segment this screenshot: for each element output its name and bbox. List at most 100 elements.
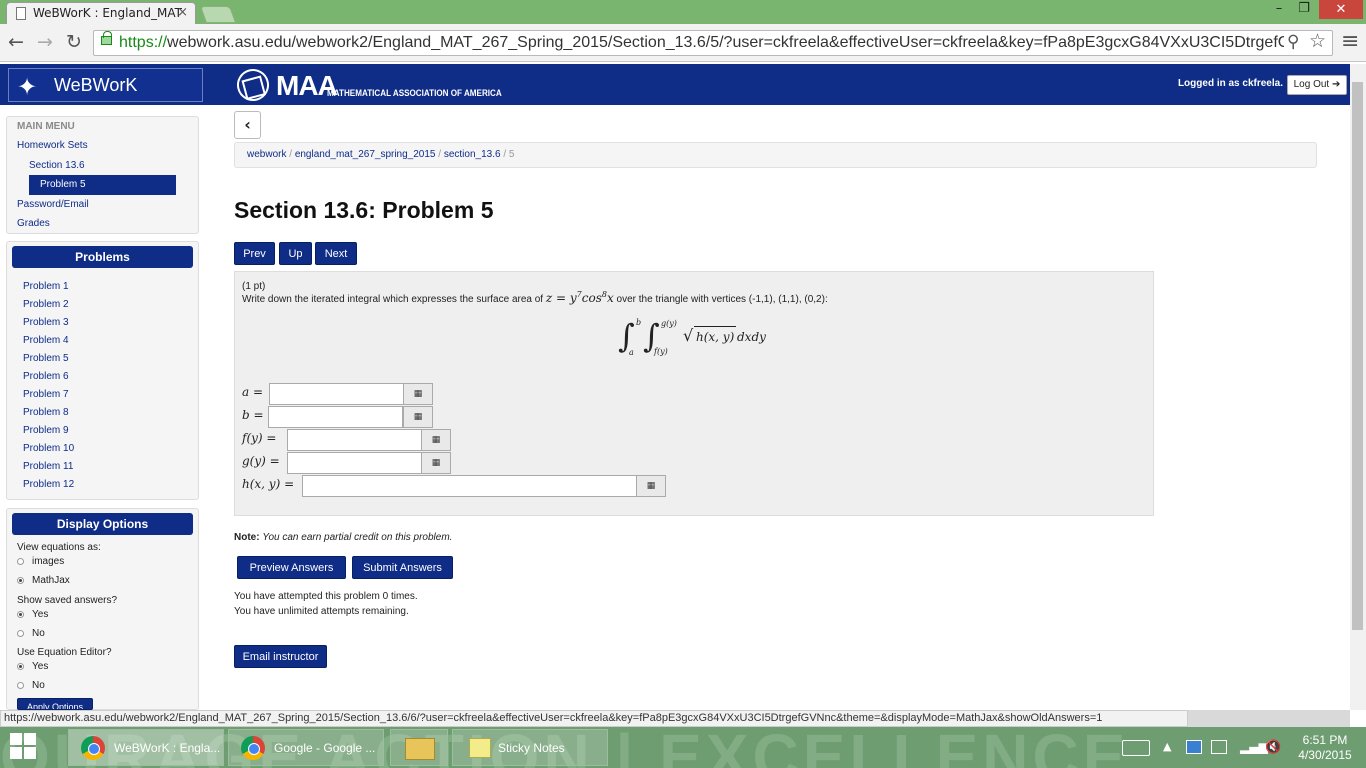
taskbar-file-explorer[interactable]	[390, 729, 448, 766]
minimize-icon[interactable]: –	[1268, 0, 1290, 18]
radio-saved-no[interactable]	[17, 630, 24, 637]
logout-label: Log Out	[1293, 79, 1330, 90]
math-x: x	[606, 291, 614, 305]
section-link[interactable]: Section 13.6	[29, 160, 85, 171]
crumb-section[interactable]: section_13.6	[444, 149, 501, 160]
problem-link[interactable]: Problem 10	[23, 443, 74, 454]
webwork-logo[interactable]: WeBWorK	[8, 68, 203, 102]
logout-icon: ➔	[1331, 79, 1341, 90]
submit-answers-button[interactable]: Submit Answers	[352, 556, 453, 579]
problem-link[interactable]: Problem 6	[23, 371, 69, 382]
apply-options-button[interactable]: Apply Options	[17, 698, 93, 710]
url-scheme: https://	[119, 34, 168, 51]
scrollbar-thumb[interactable]	[1352, 82, 1363, 630]
math-z-y: z = y	[545, 291, 577, 305]
next-button[interactable]: Next	[315, 242, 357, 265]
problem-link[interactable]: Problem 11	[23, 461, 73, 472]
equation-editor-icon[interactable]: ▦	[421, 429, 451, 451]
crumb-course[interactable]: england_mat_267_spring_2015	[295, 149, 436, 160]
page-icon	[16, 7, 26, 20]
tray-network-icon[interactable]	[1186, 740, 1202, 754]
radio-editor-yes[interactable]	[17, 663, 24, 670]
radio-saved-yes[interactable]	[17, 611, 24, 618]
problem-link[interactable]: Problem 9	[23, 425, 69, 436]
label-gy: g(y) =	[242, 454, 280, 468]
answer-a-input[interactable]	[269, 383, 404, 405]
webwork-star-icon: ✦	[17, 73, 38, 101]
grades-link[interactable]: Grades	[17, 218, 50, 229]
sqrt-icon: √	[683, 326, 694, 345]
taskbar-clock[interactable]: 6:51 PM 4/30/2015	[1290, 733, 1360, 763]
maximize-icon[interactable]: ❐	[1292, 0, 1316, 18]
problem-link[interactable]: Problem 3	[23, 317, 69, 328]
task2-label: Google - Google ...	[274, 741, 376, 755]
problem-link[interactable]: Problem 8	[23, 407, 69, 418]
forward-icon[interactable]: →	[35, 31, 55, 53]
up-button[interactable]: Up	[279, 242, 312, 265]
chrome-menu-icon[interactable]: ≡	[1341, 29, 1359, 54]
current-problem-link[interactable]: Problem 5	[40, 179, 86, 190]
answer-fy-input[interactable]	[287, 429, 422, 451]
integrand: h(x, y)	[696, 330, 735, 344]
homework-sets-link[interactable]: Homework Sets	[17, 140, 88, 151]
problem-statement: Write down the iterated integral which e…	[242, 290, 828, 305]
signal-icon[interactable]: ▂▄▆	[1240, 740, 1268, 754]
back-icon[interactable]: ←	[6, 31, 26, 53]
window-close-icon[interactable]: ✕	[1319, 0, 1363, 19]
equation-editor-icon[interactable]: ▦	[403, 383, 433, 405]
problem-link[interactable]: Problem 7	[23, 389, 69, 400]
crumb-sep: /	[438, 149, 442, 160]
problem-link[interactable]: Problem 1	[23, 281, 69, 292]
tray-arrow-icon[interactable]: ▲	[1163, 740, 1171, 753]
sticky-notes-icon	[469, 738, 491, 758]
problem-link[interactable]: Problem 12	[23, 479, 74, 490]
chrome-icon	[241, 736, 265, 760]
tray-battery-icon[interactable]	[1211, 740, 1227, 754]
prev-button[interactable]: Prev	[234, 242, 275, 265]
volume-muted-icon[interactable]: 🔇	[1265, 740, 1281, 755]
back-button[interactable]: ‹	[234, 111, 261, 139]
logout-button[interactable]: Log Out ➔	[1287, 75, 1347, 95]
clock-time: 6:51 PM	[1302, 733, 1348, 747]
equation-editor-icon[interactable]: ▦	[403, 406, 433, 428]
email-instructor-button[interactable]: Email instructor	[234, 645, 327, 668]
tab-close-icon[interactable]: ×	[177, 3, 188, 23]
problem-link[interactable]: Problem 4	[23, 335, 69, 346]
answer-hxy-input[interactable]	[302, 475, 637, 497]
radio-mathjax[interactable]	[17, 577, 24, 584]
windows-start-icon[interactable]	[10, 733, 38, 761]
browser-tab-webwork[interactable]: WeBWorK : England_MAT ×	[6, 2, 196, 24]
equation-editor-icon[interactable]: ▦	[636, 475, 666, 497]
preview-answers-button[interactable]: Preview Answers	[237, 556, 346, 579]
answer-b-input[interactable]	[268, 406, 403, 428]
view-equations-label: View equations as:	[17, 542, 101, 553]
label-fy: f(y) =	[242, 431, 277, 445]
bookmark-star-icon[interactable]: ☆	[1309, 30, 1326, 52]
url-text[interactable]: https://webwork.asu.edu/webwork2/England…	[119, 31, 1284, 55]
radio-editor-no[interactable]	[17, 682, 24, 689]
crumb-sep: /	[503, 149, 507, 160]
crumb-webwork[interactable]: webwork	[247, 149, 286, 160]
attempted-text: You have attempted this problem 0 times.	[234, 591, 418, 602]
url-path: webwork.asu.edu/webwork2/England_MAT_267…	[167, 34, 1284, 51]
saved-yes-label: Yes	[32, 609, 49, 620]
task1-label: WeBWorK : Engla...	[114, 741, 221, 755]
password-email-link[interactable]: Password/Email	[17, 199, 89, 210]
equation-editor-icon[interactable]: ▦	[421, 452, 451, 474]
problem-link[interactable]: Problem 5	[23, 353, 69, 364]
horizontal-scrollbar[interactable]	[1188, 710, 1350, 727]
taskbar-sticky-notes[interactable]: Sticky Notes	[452, 729, 608, 766]
chrome-icon	[81, 736, 105, 760]
taskbar-chrome-webwork[interactable]: WeBWorK : Engla...	[68, 729, 224, 766]
editor-yes-label: Yes	[32, 661, 49, 672]
answer-gy-input[interactable]	[287, 452, 422, 474]
problems-heading: Problems	[12, 246, 193, 268]
problem-link[interactable]: Problem 2	[23, 299, 69, 310]
new-tab-button[interactable]	[199, 6, 237, 23]
radio-images[interactable]	[17, 558, 24, 565]
reload-icon[interactable]: ↻	[64, 31, 84, 53]
int-lower-a: a	[629, 348, 634, 357]
taskbar-chrome-google[interactable]: Google - Google ...	[228, 729, 384, 766]
keyboard-icon[interactable]	[1122, 740, 1150, 756]
zoom-icon[interactable]: ⚲	[1287, 32, 1299, 52]
